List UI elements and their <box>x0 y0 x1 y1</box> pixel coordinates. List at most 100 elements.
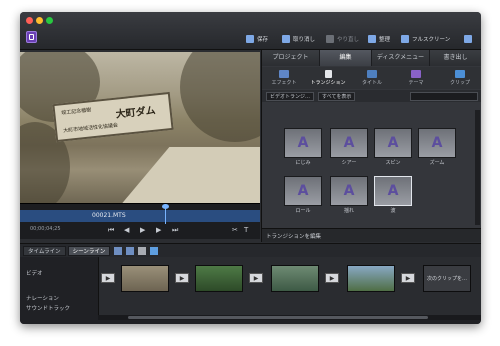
subtab-transitions-label: トランジション <box>310 80 346 86</box>
title-icon <box>367 70 377 78</box>
transition-label: 揺れ <box>343 208 354 214</box>
subtab-transitions[interactable]: トランジション <box>306 67 350 89</box>
transition-item-selected[interactable]: A 波 <box>374 176 412 214</box>
transition-label: スピン <box>385 160 401 166</box>
subtab-effects[interactable]: エフェクト <box>262 67 306 89</box>
go-to-end-icon[interactable]: ⏭ <box>172 226 178 235</box>
category-dropdown[interactable]: ビデオトランジ… <box>266 91 315 101</box>
timeline-tracks: ビデオ ナレーション サウンドトラック ▶ ▶ ▶ ▶ ▶ 次のクリップを… <box>20 257 481 324</box>
add-media-icon[interactable] <box>114 246 123 255</box>
home-icon <box>464 35 472 43</box>
panel-footer: トランジションを編集 <box>262 228 481 242</box>
transition-preview: A <box>418 128 456 158</box>
clip-bar[interactable]: 00021.MTS <box>20 210 260 222</box>
step-back-icon[interactable]: ◀ <box>124 226 129 234</box>
fullscreen-label: フルスクリーン <box>412 37 451 43</box>
transition-slot[interactable]: ▶ <box>175 273 189 283</box>
split-icon[interactable] <box>126 246 135 255</box>
transition-slot[interactable]: ▶ <box>249 273 263 283</box>
transition-item[interactable]: A ロール <box>284 176 322 214</box>
transition-item[interactable]: A シアー <box>330 128 368 166</box>
sceneline-tab[interactable]: シーンライン <box>67 245 111 256</box>
panel-tabs: プロジェクト 編集 ディスクメニュー 書き出し <box>262 50 481 66</box>
fullscreen-icon <box>401 35 409 43</box>
play-icon[interactable]: ▶ <box>140 226 145 234</box>
save-button[interactable]: 保存 <box>246 34 268 44</box>
scene-line[interactable]: ▶ ▶ ▶ ▶ ▶ 次のクリップを… <box>98 257 481 315</box>
transition-slot[interactable]: ▶ <box>101 273 115 283</box>
show-filter-dropdown[interactable]: すべてを表示 <box>318 91 356 101</box>
subtab-titles-label: タイトル <box>361 80 382 86</box>
subtab-effects-label: エフェクト <box>271 80 297 86</box>
transition-item[interactable]: A スピン <box>374 128 412 166</box>
zoom-window-button[interactable] <box>46 17 53 24</box>
transition-preview: A <box>330 128 368 158</box>
close-window-button[interactable] <box>26 17 33 24</box>
fullscreen-button[interactable]: フルスクリーン <box>401 34 450 44</box>
transition-preview: A <box>374 128 412 158</box>
subtab-clip[interactable]: クリップ <box>438 67 481 89</box>
text-tool-icon[interactable]: T <box>244 226 248 234</box>
redo-label: やり直し <box>337 37 360 43</box>
narration-track-label: ナレーション <box>26 296 59 302</box>
save-icon <box>246 35 254 43</box>
playhead-handle[interactable] <box>162 204 169 209</box>
home-button[interactable] <box>464 34 472 44</box>
panel-scrollbar[interactable] <box>475 110 480 225</box>
marker-icon[interactable] <box>150 246 159 255</box>
sign-large-text: 大町ダム <box>115 105 157 121</box>
transition-label: ズーム <box>429 160 445 166</box>
transition-slot[interactable]: ▶ <box>325 273 339 283</box>
scroll-thumb[interactable] <box>128 316 428 319</box>
soundtrack-label: サウンドトラック <box>26 306 71 312</box>
transition-label: ロール <box>295 208 311 214</box>
subtab-titles[interactable]: タイトル <box>350 67 394 89</box>
next-clip-placeholder[interactable]: 次のクリップを… <box>423 265 471 292</box>
video-track-label: ビデオ <box>26 271 43 277</box>
go-to-start-icon[interactable]: ⏮ <box>108 226 114 235</box>
organize-label: 整理 <box>379 37 391 43</box>
video-preview[interactable]: 竣工記念植樹 大町ダム 大町市地域活性化協議会 <box>20 52 260 203</box>
undo-button[interactable]: 取り消し <box>282 34 315 44</box>
transition-item[interactable]: A ズーム <box>418 128 456 166</box>
undo-label: 取り消し <box>293 37 316 43</box>
road-graphic <box>110 147 260 203</box>
video-clip[interactable] <box>271 265 319 292</box>
organize-button[interactable]: 整理 <box>368 34 390 44</box>
transition-label: にじみ <box>295 160 311 166</box>
clip-icon <box>455 70 465 78</box>
tab-export[interactable]: 書き出し <box>430 50 481 66</box>
video-clip[interactable] <box>347 265 395 292</box>
transition-icon <box>324 70 332 78</box>
transition-item[interactable]: A にじみ <box>284 128 322 166</box>
redo-button[interactable]: やり直し <box>326 34 359 44</box>
right-panel: プロジェクト 編集 ディスクメニュー 書き出し エフェクト トランジション タイ… <box>261 50 481 242</box>
transition-item[interactable]: A 揺れ <box>330 176 368 214</box>
transition-preview: A <box>374 176 412 206</box>
tree-graphic <box>180 52 260 142</box>
step-forward-icon[interactable]: ▶ <box>156 226 161 234</box>
tab-project[interactable]: プロジェクト <box>262 50 320 66</box>
timeline-tab[interactable]: タイムライン <box>23 245 66 256</box>
video-clip[interactable] <box>195 265 243 292</box>
tab-edit[interactable]: 編集 <box>320 50 372 66</box>
transition-label: 波 <box>390 208 396 214</box>
transition-preview: A <box>284 128 322 158</box>
scissors-icon[interactable]: ✂ <box>232 226 238 234</box>
tab-disc-menu[interactable]: ディスクメニュー <box>372 50 430 66</box>
save-label: 保存 <box>257 37 269 43</box>
app-window: 保存 取り消し やり直し 整理 フルスクリーン 竣工記念植樹 大町ダム 大町市地… <box>20 12 481 324</box>
transition-preview: A <box>284 176 322 206</box>
scrubber[interactable]: 00021.MTS 00;00;04;25 ⏮ ◀ ▶ ▶ ⏭ ✂ T <box>20 203 260 239</box>
timeline-scrollbar[interactable] <box>98 315 481 320</box>
audio-icon[interactable] <box>138 246 147 255</box>
theme-icon <box>411 70 421 78</box>
video-clip[interactable] <box>121 265 169 292</box>
effects-icon <box>279 70 289 78</box>
subtab-themes[interactable]: テーマ <box>394 67 438 89</box>
transition-slot[interactable]: ▶ <box>401 273 415 283</box>
edit-transition-label[interactable]: トランジションを編集 <box>266 232 321 240</box>
search-input[interactable] <box>410 91 478 101</box>
minimize-window-button[interactable] <box>36 17 43 24</box>
sign-small-text-2: 大町市地域活性化協議会 <box>62 122 119 135</box>
